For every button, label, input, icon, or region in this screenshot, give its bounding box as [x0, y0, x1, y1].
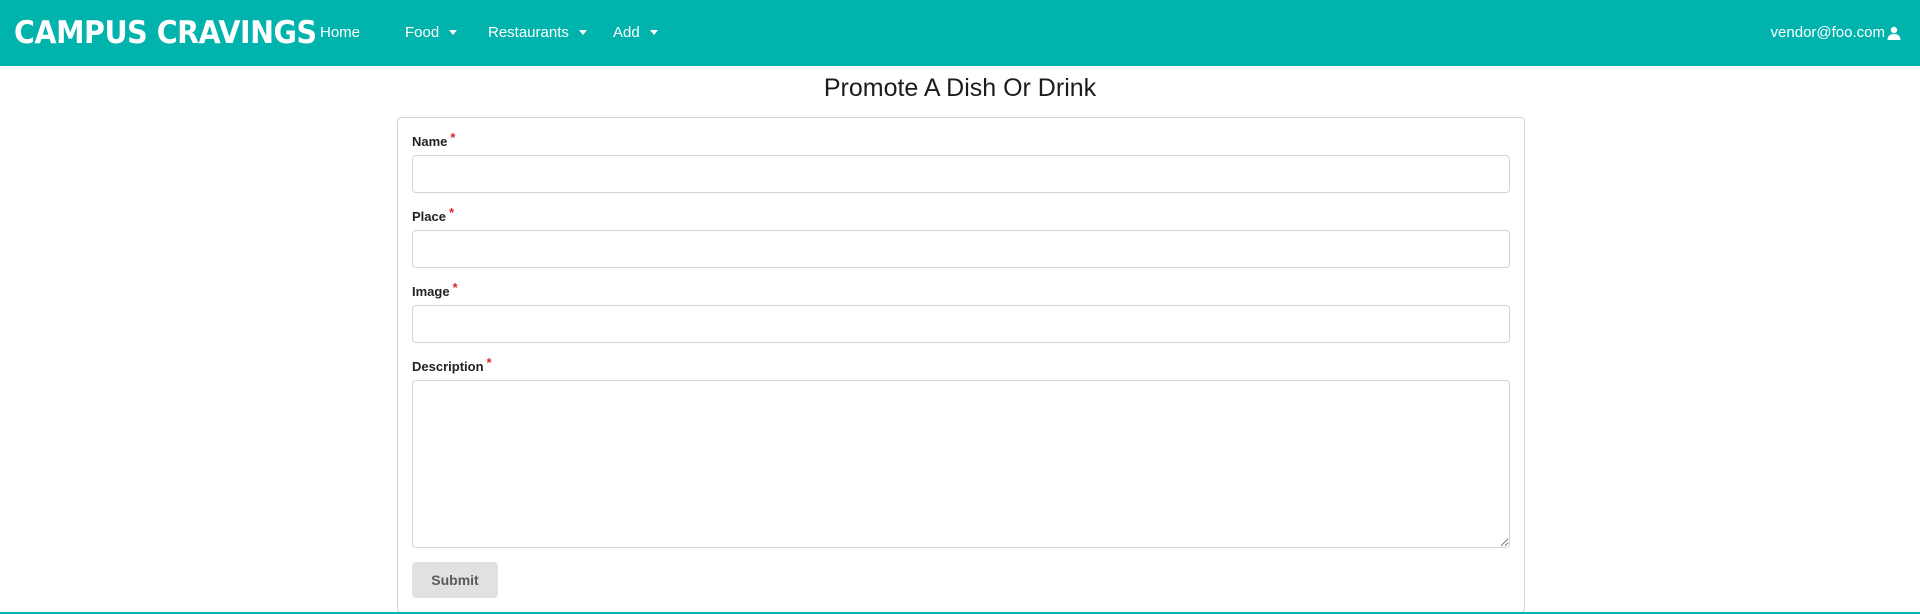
top-navbar: CAMPUS CRAVINGS Home Food Restaurants Ad…: [0, 0, 1920, 66]
user-email: vendor@foo.com: [1770, 24, 1885, 41]
nav-item-restaurants[interactable]: Restaurants: [488, 20, 587, 46]
nav-item-label: Home: [320, 24, 361, 41]
required-asterisk: *: [448, 205, 455, 220]
caret-down-icon: [449, 29, 458, 35]
description-textarea[interactable]: [412, 380, 1510, 548]
name-label-text: Name: [412, 134, 448, 149]
nav-item-label: Food: [405, 24, 440, 41]
name-input[interactable]: [412, 155, 1510, 193]
image-label: Image *: [412, 280, 458, 300]
user-menu[interactable]: vendor@foo.com: [1771, 20, 1901, 46]
page-title: Promote A Dish Or Drink: [823, 74, 1097, 102]
required-asterisk: *: [486, 355, 492, 370]
image-input[interactable]: [412, 305, 1510, 343]
place-label: Place *: [412, 205, 454, 225]
submit-button[interactable]: Submit: [412, 562, 498, 598]
required-asterisk: *: [452, 280, 458, 295]
nav-item-label: Add: [613, 24, 640, 41]
image-label-text: Image: [412, 284, 450, 299]
nav-item-food[interactable]: Food: [405, 20, 458, 46]
place-input[interactable]: [412, 230, 1510, 268]
caret-down-icon: [578, 29, 587, 35]
nav-item-add[interactable]: Add: [613, 20, 658, 46]
place-label-text: Place: [412, 209, 446, 224]
user-icon: [1887, 26, 1901, 40]
brand-logo[interactable]: CAMPUS CRAVINGS: [14, 12, 317, 54]
nav-item-label: Restaurants: [488, 24, 569, 41]
description-label-text: Description: [412, 359, 484, 374]
promote-form: Name * Place * Image * Description * Submit: [397, 117, 1525, 613]
nav-item-home[interactable]: Home: [320, 20, 360, 46]
required-asterisk: *: [450, 130, 456, 145]
name-label: Name *: [412, 130, 455, 150]
description-label: Description *: [412, 355, 492, 375]
caret-down-icon: [649, 29, 658, 35]
